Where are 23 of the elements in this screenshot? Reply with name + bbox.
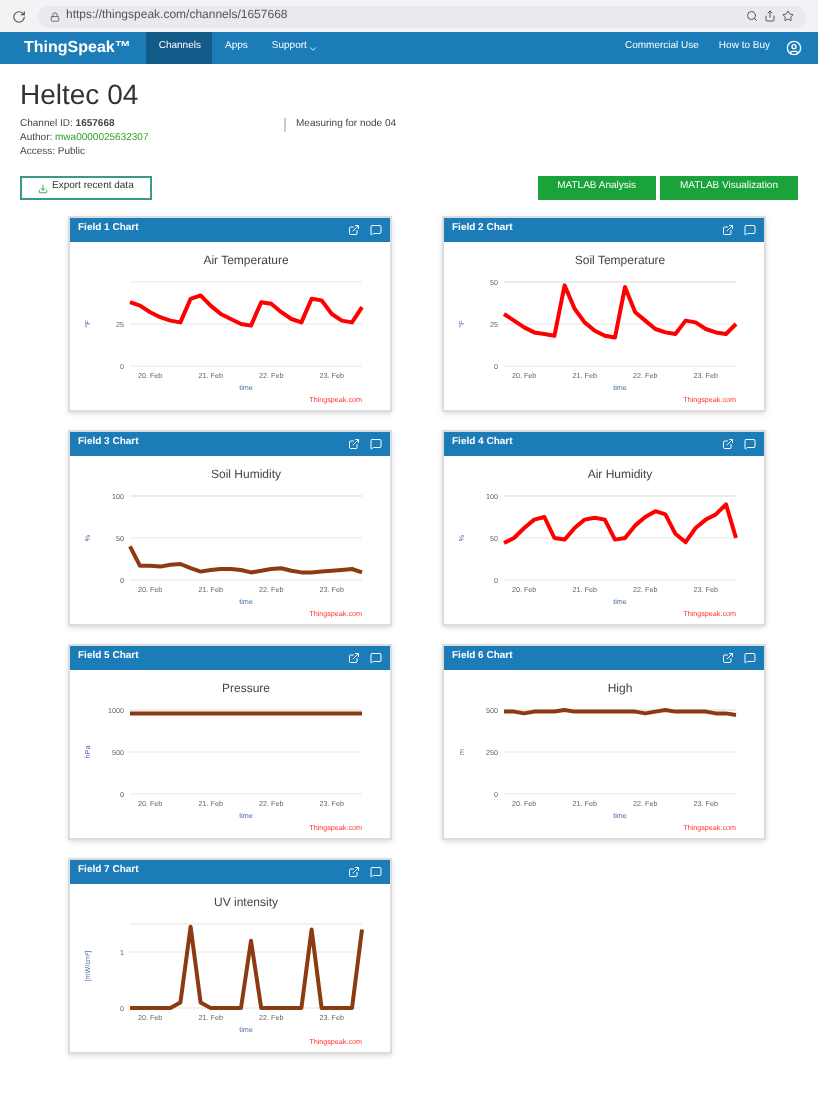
external-link-icon[interactable] — [348, 652, 360, 664]
comment-icon[interactable] — [370, 224, 382, 236]
comment-icon[interactable] — [370, 866, 382, 878]
external-link-icon[interactable] — [348, 224, 360, 236]
lock-icon — [50, 11, 60, 21]
comment-icon[interactable] — [370, 652, 382, 664]
external-link-icon[interactable] — [722, 652, 734, 664]
search-icon[interactable] — [746, 10, 758, 22]
comment-icon[interactable] — [370, 438, 382, 450]
external-link-icon[interactable] — [348, 866, 360, 878]
reload-icon[interactable] — [12, 9, 26, 23]
external-link-icon[interactable] — [722, 224, 734, 236]
logo[interactable]: ThingSpeak™ — [24, 36, 131, 60]
external-link-icon[interactable] — [348, 438, 360, 450]
account-icon[interactable] — [786, 40, 802, 56]
external-link-icon[interactable] — [722, 438, 734, 450]
share-icon[interactable] — [764, 10, 776, 22]
comment-icon[interactable] — [744, 652, 756, 664]
channel-title: Heltec 04 — [20, 76, 141, 112]
comment-icon[interactable] — [744, 438, 756, 450]
download-icon — [38, 183, 48, 193]
star-icon[interactable] — [782, 10, 794, 22]
comment-icon[interactable] — [744, 224, 756, 236]
